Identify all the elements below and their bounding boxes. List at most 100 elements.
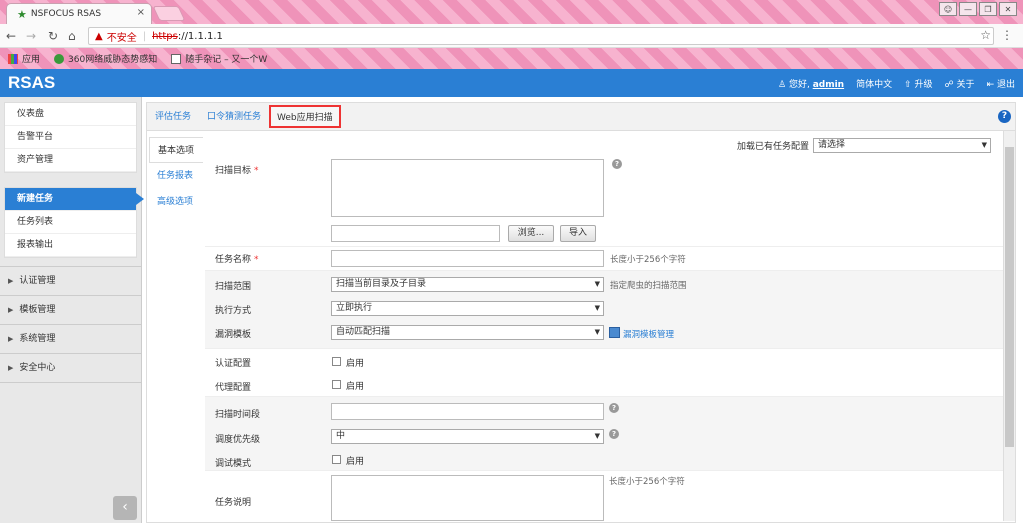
- upgrade-link[interactable]: ⇧ 升级: [904, 77, 932, 90]
- warning-icon: ▲: [95, 30, 103, 42]
- task-desc-label: 任务说明: [215, 498, 252, 508]
- scan-target-textarea[interactable]: [331, 159, 604, 217]
- url-scheme: https: [152, 30, 178, 42]
- language-link[interactable]: 简体中文: [856, 77, 892, 90]
- subnav-basic[interactable]: 基本选项: [149, 137, 203, 163]
- reload-icon[interactable]: ↻: [48, 29, 58, 43]
- collapse-sidebar-button[interactable]: ‹: [113, 496, 137, 520]
- sidebar-item-task-list[interactable]: 任务列表: [5, 211, 136, 234]
- sidebar-item-alerts[interactable]: 告警平台: [5, 126, 136, 149]
- subnav-advanced[interactable]: 高级选项: [149, 189, 201, 215]
- bookmark-apps[interactable]: 应用: [8, 52, 40, 65]
- dropdown-arrow-icon: ▼: [594, 432, 600, 440]
- browser-menu-icon[interactable]: ⋮: [1001, 28, 1013, 42]
- sidebar: 仪表盘 告警平台 资产管理 新建任务 任务列表 报表输出 ▶ 认证管理 ▶ 模板管理…: [0, 97, 144, 523]
- scrollbar-thumb[interactable]: [1005, 147, 1014, 447]
- restore-icon[interactable]: ❐: [979, 2, 997, 16]
- insecure-label: 不安全: [106, 32, 137, 44]
- sidebar-item-reports[interactable]: 报表输出: [5, 234, 136, 257]
- scan-scope-select[interactable]: 扫描当前目录及子目录 ▼: [331, 277, 604, 292]
- scan-target-label: 扫描目标 *: [215, 163, 259, 176]
- task-name-input[interactable]: [331, 250, 604, 267]
- section-label: 系统管理: [19, 334, 56, 344]
- template-manage-icon[interactable]: [609, 327, 620, 338]
- sidebar-section-security[interactable]: ▶ 安全中心: [0, 354, 141, 383]
- back-icon[interactable]: ←: [6, 29, 16, 43]
- forward-icon[interactable]: →: [26, 29, 36, 43]
- required-icon: *: [254, 166, 259, 176]
- about-link[interactable]: ☍ 关于: [945, 77, 975, 90]
- user-icon: ♙: [778, 80, 787, 90]
- row-task-desc: 任务说明 长度小于256个字符: [205, 471, 1005, 521]
- task-desc-textarea[interactable]: [331, 475, 604, 521]
- proxy-enable-checkbox[interactable]: [332, 380, 341, 389]
- bookmark-star-icon[interactable]: ☆: [980, 28, 991, 42]
- sidebar-section-template[interactable]: ▶ 模板管理: [0, 296, 141, 325]
- load-config-select[interactable]: 请选择 ▼: [813, 138, 991, 153]
- sidebar-item-new-task[interactable]: 新建任务: [5, 188, 144, 211]
- scan-scope-value: 扫描当前目录及子目录: [336, 279, 427, 289]
- priority-label: 调度优先级: [215, 435, 261, 445]
- sidebar-item-dashboard[interactable]: 仪表盘: [5, 103, 136, 126]
- debug-enable-checkbox[interactable]: [332, 455, 341, 464]
- minimize-icon[interactable]: —: [959, 2, 977, 16]
- address-bar-row: ← → ↻ ⌂ ▲ 不安全 | https ://1.1.1.1 ☆ ⋮: [0, 24, 1023, 48]
- bookmark-360[interactable]: 360网络威胁态势感知: [54, 52, 157, 65]
- vuln-template-select[interactable]: 自动匹配扫描 ▼: [331, 325, 604, 340]
- tab-assessment[interactable]: 评估任务: [155, 109, 191, 122]
- proxy-enable-label: 启用: [346, 382, 365, 392]
- home-icon[interactable]: ⌂: [68, 29, 76, 43]
- vuln-template-label: 漏洞模板: [215, 330, 252, 340]
- greeting-text: 您好,: [788, 80, 810, 90]
- file-path-input[interactable]: [331, 225, 500, 242]
- 360-favicon-icon: [54, 53, 65, 64]
- vertical-scrollbar[interactable]: [1003, 131, 1015, 521]
- close-window-icon[interactable]: ✕: [999, 2, 1017, 16]
- load-config: 加载已有任务配置 请选择 ▼: [737, 138, 991, 153]
- user-profile-icon[interactable]: ☺: [939, 2, 957, 16]
- new-tab-button[interactable]: [152, 6, 186, 21]
- sidebar-section-system[interactable]: ▶ 系统管理: [0, 325, 141, 354]
- vuln-template-link[interactable]: 漏洞模板管理: [623, 328, 674, 340]
- tab-password-guess[interactable]: 口令猜测任务: [207, 109, 261, 122]
- bookmarks-bar: 应用 360网络威胁态势感知 随手杂记 – 又一个W: [0, 48, 1023, 69]
- exec-mode-label: 执行方式: [215, 306, 252, 316]
- help-question-icon[interactable]: ?: [612, 159, 622, 169]
- upgrade-label: 升级: [914, 80, 933, 90]
- section-label: 认证管理: [19, 276, 56, 286]
- task-name-label: 任务名称 *: [215, 252, 259, 265]
- caret-right-icon: ▶: [8, 306, 14, 314]
- bookmark-notes[interactable]: 随手杂记 – 又一个W: [171, 52, 267, 65]
- auth-enable-checkbox[interactable]: [332, 357, 341, 366]
- import-button[interactable]: 导入: [560, 225, 596, 242]
- auth-enable-label: 启用: [346, 359, 365, 369]
- header-actions: ♙ 您好, admin 简体中文 ⇧ 升级 ☍ 关于 ⇤ 退出: [778, 77, 1015, 90]
- priority-value: 中: [336, 431, 346, 441]
- row-scan-group: 扫描范围 扫描当前目录及子目录 ▼ 指定爬虫的扫描范围 执行方式 立即执行 ▼ …: [205, 271, 1005, 349]
- url-host: ://1.1.1.1: [177, 30, 223, 42]
- url-field[interactable]: ▲ 不安全 | https ://1.1.1.1: [88, 27, 994, 45]
- sidebar-section-auth[interactable]: ▶ 认证管理: [0, 267, 141, 296]
- caret-right-icon: ▶: [8, 335, 14, 343]
- row-schedule-group: 扫描时间段 ? 调度优先级 中 ▼ ? 调试模式 启用: [205, 397, 1005, 471]
- apps-grid-icon: [8, 53, 18, 64]
- logout-label: 退出: [996, 80, 1015, 90]
- priority-select[interactable]: 中 ▼: [331, 429, 604, 444]
- bookmark-label: 随手杂记 – 又一个W: [185, 55, 268, 65]
- sidebar-item-assets[interactable]: 资产管理: [5, 149, 136, 172]
- close-tab-icon[interactable]: ×: [137, 7, 145, 18]
- browse-button[interactable]: 浏览...: [508, 225, 554, 242]
- exec-mode-select[interactable]: 立即执行 ▼: [331, 301, 604, 316]
- browser-tab[interactable]: ★ NSFOCUS RSAS ×: [6, 3, 152, 24]
- help-icon[interactable]: ?: [998, 110, 1011, 123]
- scan-period-input[interactable]: [331, 403, 604, 420]
- subnav-report[interactable]: 任务报表: [149, 163, 201, 189]
- logout-link[interactable]: ⇤ 退出: [987, 77, 1015, 90]
- help-question-icon[interactable]: ?: [609, 429, 619, 439]
- dropdown-arrow-icon: ▼: [981, 141, 987, 149]
- window-controls: ☺ — ❐ ✕: [939, 2, 1017, 16]
- url-divider: |: [142, 30, 147, 42]
- username-link[interactable]: admin: [813, 80, 844, 90]
- help-question-icon[interactable]: ?: [609, 403, 619, 413]
- tab-web-scan[interactable]: Web应用扫描: [269, 105, 341, 128]
